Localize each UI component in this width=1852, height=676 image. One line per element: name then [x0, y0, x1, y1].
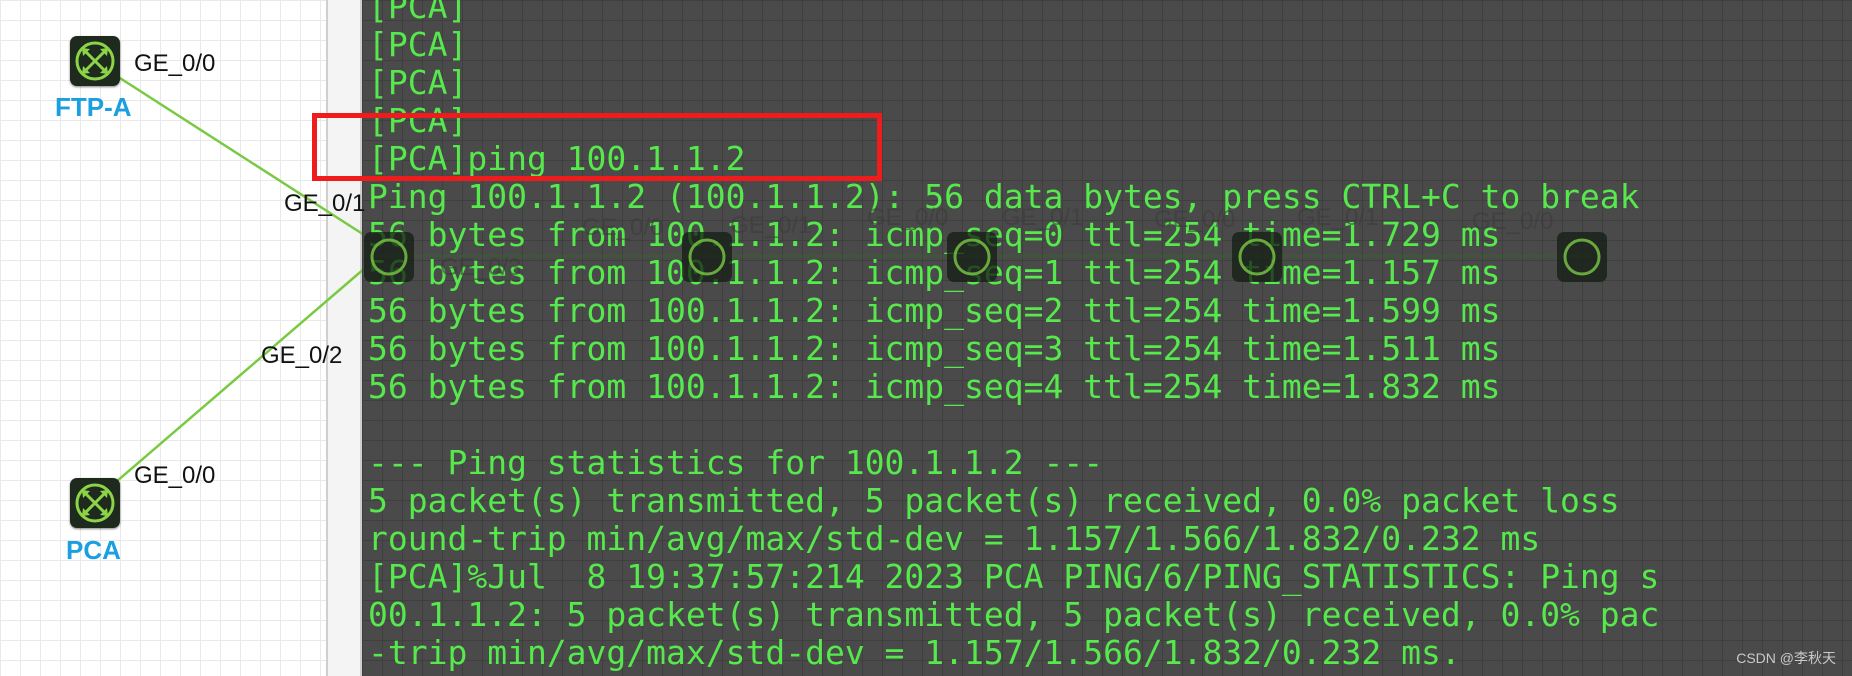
bg-port-label: GE_0/0	[1154, 206, 1236, 233]
port-label-sw-2: GE_0/2	[261, 342, 343, 369]
background-links	[372, 254, 1592, 258]
port-label-pca: GE_0/0	[134, 462, 216, 489]
router-arrows-icon	[75, 483, 115, 523]
bg-device-r1	[682, 232, 732, 282]
device-label-pca: PCA	[66, 535, 121, 565]
bg-device-r3	[1232, 232, 1282, 282]
device-label-ftp-a: FTP-A	[55, 92, 132, 122]
port-label-ftp-a: GE_0/0	[134, 50, 216, 77]
topology-canvas[interactable]	[0, 0, 328, 676]
bg-device-swa	[364, 232, 414, 282]
device-pca[interactable]	[70, 478, 120, 528]
bg-device-r2	[947, 232, 997, 282]
bg-port-label: GE_0/1	[1002, 204, 1084, 231]
router-arrows-icon	[75, 41, 115, 81]
bg-port-label: GE_0/0	[1472, 208, 1554, 235]
canvas-divider	[326, 0, 328, 676]
bg-port-label: GE_0/0	[582, 214, 664, 241]
watermark: CSDN @李秋天	[1736, 650, 1836, 666]
device-ftp-a[interactable]	[70, 36, 120, 86]
panel-gap	[328, 0, 362, 676]
bg-device-srv	[1557, 232, 1607, 282]
port-label-sw-1: GE_0/1	[284, 190, 366, 217]
highlight-box	[312, 113, 882, 181]
terminal-panel[interactable]: [PCA] [PCA] [PCA] [PCA] [PCA]ping 100.1.1.2 P…	[362, 0, 1852, 676]
port-label-sw-3: GE_0/3	[440, 254, 522, 281]
bg-port-label: GE_0/1	[730, 212, 812, 239]
bg-port-label: GE_0/0	[867, 204, 949, 231]
bg-port-label: GE_0/1	[1297, 204, 1379, 231]
